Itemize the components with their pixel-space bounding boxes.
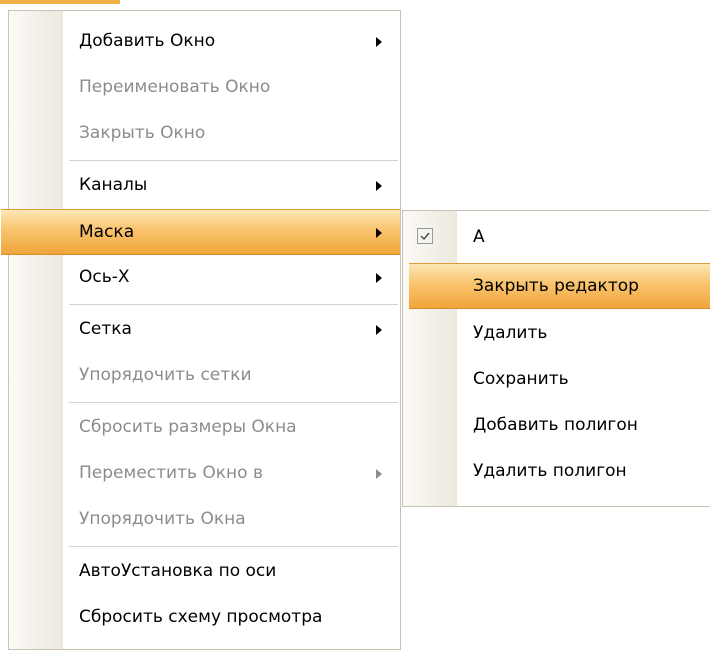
menu-item-label: Переместить Окно в bbox=[79, 463, 263, 483]
submenu-item-label: Сохранить bbox=[473, 369, 569, 389]
submenu-arrow-icon bbox=[376, 37, 382, 47]
menu-item-close-window: Закрыть Окно bbox=[9, 111, 400, 157]
submenu-item-label: Добавить полигон bbox=[473, 415, 638, 435]
menu-item-reset-window-size: Сбросить размеры Окна bbox=[9, 405, 400, 451]
menu-item-label: Упорядочить Окна bbox=[79, 509, 246, 529]
menu-item-auto-set-axis[interactable]: АвтоУстановка по оси bbox=[9, 549, 400, 595]
submenu-item-delete-polygon[interactable]: Удалить полигон bbox=[403, 449, 710, 495]
menu-item-label: Добавить Окно bbox=[79, 31, 216, 51]
menu-item-label: Сбросить схему просмотра bbox=[79, 607, 323, 627]
submenu-item-close-editor[interactable]: Закрыть редактор bbox=[409, 263, 710, 309]
menu-item-x-axis[interactable]: Ось-X bbox=[9, 255, 400, 301]
menu-item-mask[interactable]: Маска bbox=[1, 209, 400, 255]
menu-item-label: Сетка bbox=[79, 319, 132, 339]
menu-item-grid[interactable]: Сетка bbox=[9, 307, 400, 353]
menu-item-move-window-to: Переместить Окно в bbox=[9, 451, 400, 497]
menu-item-arrange-windows: Упорядочить Окна bbox=[9, 497, 400, 543]
menu-separator bbox=[69, 402, 398, 403]
submenu-item-delete[interactable]: Удалить bbox=[403, 311, 710, 357]
menu-separator bbox=[69, 160, 398, 161]
mask-submenu: A Закрыть редактор Удалить Сохранить Доб… bbox=[402, 210, 710, 507]
parent-menu-accent bbox=[0, 0, 120, 4]
submenu-item-add-polygon[interactable]: Добавить полигон bbox=[403, 403, 710, 449]
menu-item-arrange-grids: Упорядочить сетки bbox=[9, 353, 400, 399]
menu-item-add-window[interactable]: Добавить Окно bbox=[9, 19, 400, 65]
submenu-item-label: Удалить bbox=[473, 323, 548, 343]
menu-item-label: Переименовать Окно bbox=[79, 77, 271, 97]
menu-item-reset-view-scheme[interactable]: Сбросить схему просмотра bbox=[9, 595, 400, 641]
checkmark-icon bbox=[417, 228, 433, 244]
menu-item-label: Закрыть Окно bbox=[79, 123, 206, 143]
menu-item-label: Каналы bbox=[79, 175, 148, 195]
submenu-arrow-icon bbox=[376, 469, 382, 479]
menu-item-label: Маска bbox=[79, 222, 135, 242]
submenu-item-a[interactable]: A bbox=[403, 215, 710, 261]
submenu-item-save[interactable]: Сохранить bbox=[403, 357, 710, 403]
menu-separator bbox=[69, 546, 398, 547]
submenu-arrow-icon bbox=[376, 228, 382, 238]
submenu-item-label: A bbox=[473, 227, 485, 247]
submenu-arrow-icon bbox=[376, 181, 382, 191]
submenu-arrow-icon bbox=[376, 273, 382, 283]
submenu-item-label: Удалить полигон bbox=[473, 461, 627, 481]
context-menu: Добавить Окно Переименовать Окно Закрыть… bbox=[1, 10, 401, 650]
menu-item-channels[interactable]: Каналы bbox=[9, 163, 400, 209]
menu-item-label: АвтоУстановка по оси bbox=[79, 561, 277, 581]
menu-separator bbox=[69, 304, 398, 305]
menu-item-label: Сбросить размеры Окна bbox=[79, 417, 297, 437]
menu-item-label: Упорядочить сетки bbox=[79, 365, 252, 385]
submenu-arrow-icon bbox=[376, 325, 382, 335]
submenu-item-label: Закрыть редактор bbox=[473, 276, 639, 296]
menu-item-label: Ось-X bbox=[79, 267, 130, 287]
menu-item-rename-window: Переименовать Окно bbox=[9, 65, 400, 111]
